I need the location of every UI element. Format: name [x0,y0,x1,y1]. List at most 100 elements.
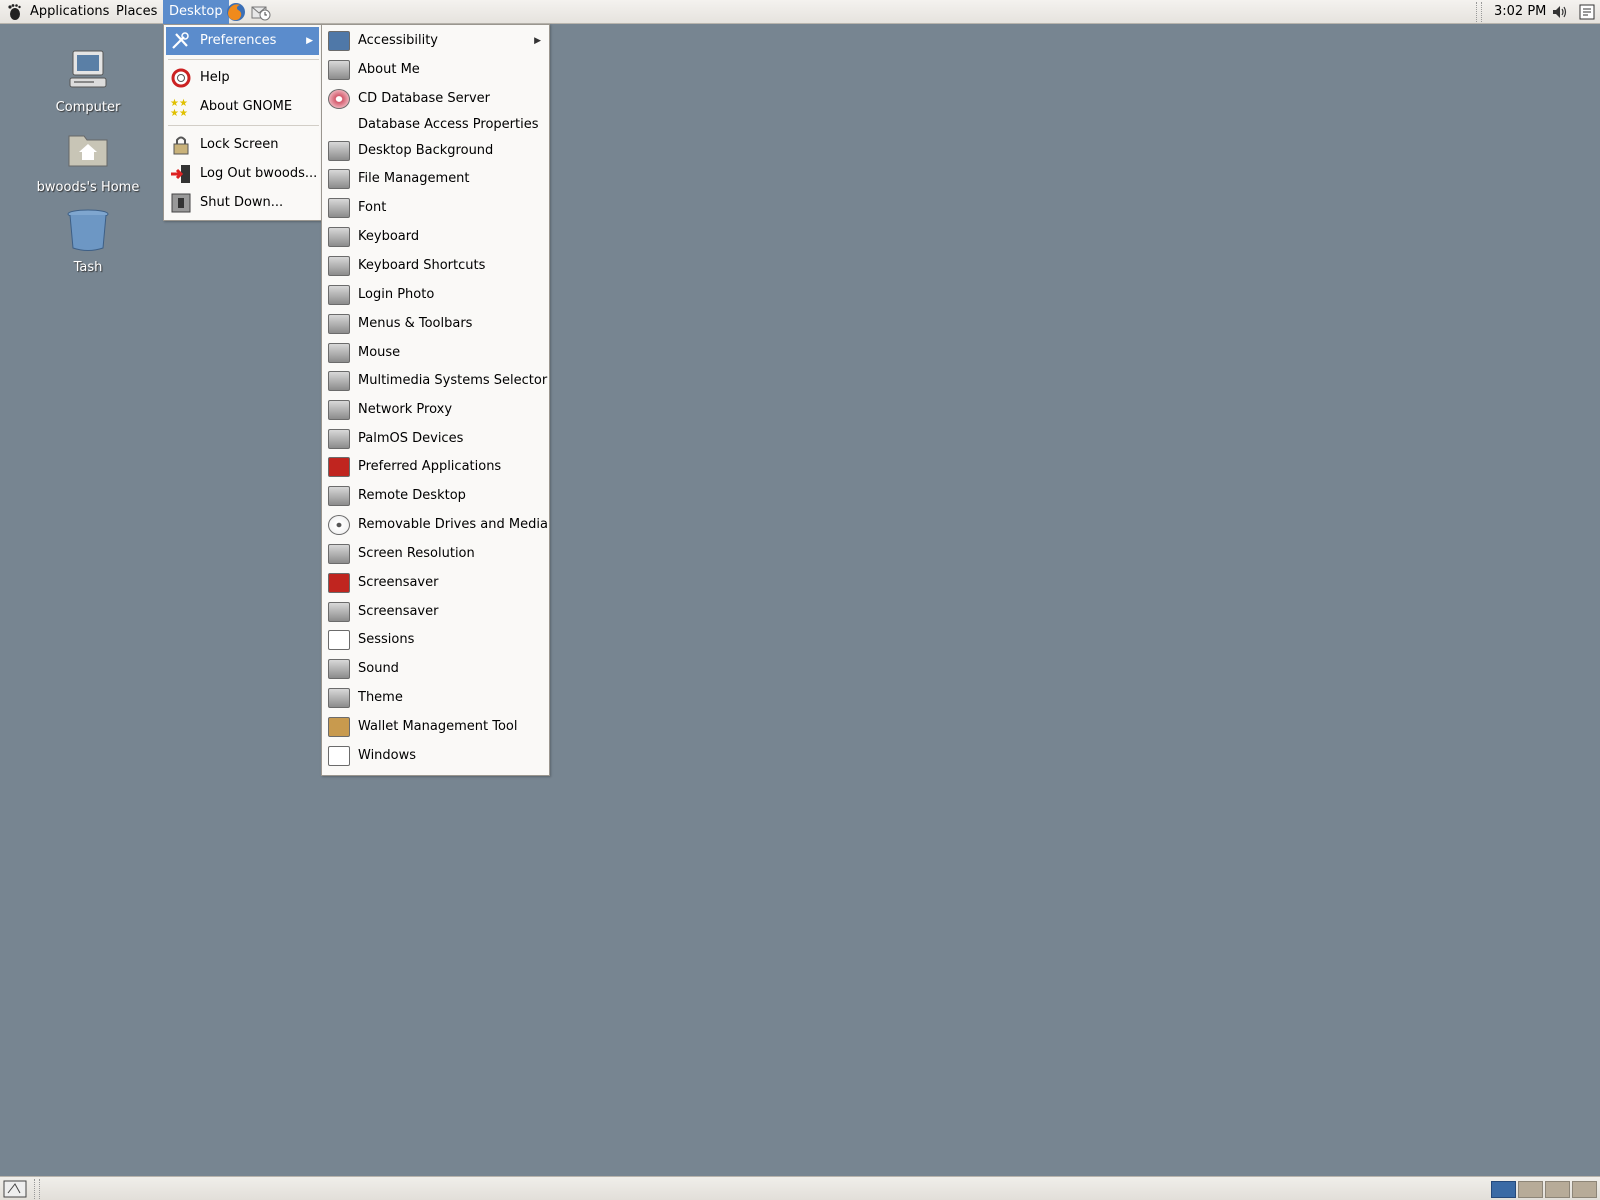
home-folder-icon [68,135,108,167]
pref-item-sessions[interactable]: Sessions [324,626,547,654]
pref-item-file-management[interactable]: File Management [324,165,547,193]
network-proxy-icon [328,400,350,420]
workspace-1[interactable] [1491,1181,1516,1198]
menu-item-label: Login Photo [358,287,435,302]
desktop-icon-computer[interactable]: Computer [28,46,148,115]
firefox-icon[interactable] [225,1,247,23]
sound-icon [328,659,350,679]
pref-item-accessibility[interactable]: Accessibility ▶ [324,27,547,55]
menu-item-label: Screen Resolution [358,546,475,561]
menu-item-label: Shut Down... [200,195,284,210]
menu-item-label: Keyboard Shortcuts [358,258,486,273]
show-desktop-icon[interactable] [3,1180,27,1198]
keyboard-icon [328,227,350,247]
pref-item-preferred-applications[interactable]: Preferred Applications [324,453,547,481]
workspace-3[interactable] [1545,1181,1570,1198]
menu-item-label: Help [200,70,230,85]
pref-item-palmos-devices[interactable]: PalmOS Devices [324,425,547,453]
screensaver-icon [328,602,350,622]
menu-item-label: Preferred Applications [358,459,502,474]
menu-item-label: CD Database Server [358,91,491,106]
remote-desktop-icon [328,486,350,506]
menu-item-label: Desktop Background [358,143,494,158]
pref-item-mouse[interactable]: Mouse [324,339,547,367]
menu-item-shut-down[interactable]: Shut Down... [166,189,319,217]
top-panel: Applications Places Desktop 3:02 PM [0,0,1600,24]
pref-item-font[interactable]: Font [324,194,547,222]
clock[interactable]: 3:02 PM [1494,0,1546,24]
pref-item-keyboard-shortcuts[interactable]: Keyboard Shortcuts [324,252,547,280]
places-menu[interactable]: Places [110,0,163,24]
pref-item-wallet-management-tool[interactable]: Wallet Management Tool [324,713,547,741]
about-gnome-stars-icon: ★★ ★★ [170,98,188,117]
pref-item-database-access-properties[interactable]: Database Access Properties [324,113,547,137]
pref-item-multimedia-systems-selector[interactable]: Multimedia Systems Selector [324,367,547,395]
menu-item-label: Keyboard [358,229,420,244]
workspace-2[interactable] [1518,1181,1543,1198]
help-lifebuoy-icon [171,68,191,88]
desktop-icon-trash[interactable]: Tash [28,206,148,275]
cd-database-icon [328,89,350,109]
pref-item-windows[interactable]: Windows [324,742,547,770]
menu-item-label: Lock Screen [200,137,279,152]
desktop-icon-label: bwoods's Home [36,180,140,195]
pref-item-network-proxy[interactable]: Network Proxy [324,396,547,424]
pref-item-menus-toolbars[interactable]: Menus & Toolbars [324,310,547,338]
menu-item-about-gnome[interactable]: ★★ ★★ About GNOME [166,93,319,121]
volume-icon[interactable] [1551,3,1569,21]
keyboard-shortcuts-icon [328,256,350,276]
menu-item-label: Screensaver [358,575,439,590]
desktop-icon-home[interactable]: bwoods's Home [28,126,148,195]
computer-icon [69,50,107,88]
gnome-foot-icon[interactable] [5,3,23,21]
desktop-menu[interactable]: Desktop [163,0,229,24]
desktop-dropdown-menu: Preferences ▶ Help ★★ ★★ About GNOME Loc… [163,24,322,221]
pref-item-login-photo[interactable]: Login Photo [324,281,547,309]
pref-item-keyboard[interactable]: Keyboard [324,223,547,251]
shut-down-icon [171,193,191,213]
menu-item-lock-screen[interactable]: Lock Screen [166,131,319,159]
login-photo-icon [328,285,350,305]
applications-menu[interactable]: Applications [24,0,115,24]
pref-item-remote-desktop[interactable]: Remote Desktop [324,482,547,510]
menu-item-label: Sessions [358,632,415,647]
menu-item-label: Wallet Management Tool [358,719,518,734]
workspace-4[interactable] [1572,1181,1597,1198]
font-icon [328,198,350,218]
accessibility-icon [328,31,350,51]
menu-separator [168,59,319,60]
notes-icon[interactable] [1578,3,1596,21]
preferences-icon [172,32,189,49]
mouse-icon [328,343,350,363]
pref-item-removable-drives-and-media[interactable]: Removable Drives and Media [324,511,548,539]
pref-item-screen-resolution[interactable]: Screen Resolution [324,540,547,568]
desktop-icon-label: Computer [55,100,121,115]
menu-item-label: Menus & Toolbars [358,316,473,331]
submenu-arrow-icon: ▶ [534,36,541,46]
bottom-panel [0,1176,1600,1200]
panel-separator [1476,2,1482,22]
evolution-icon[interactable] [250,1,272,23]
menu-item-label: Mouse [358,345,401,360]
pref-item-theme[interactable]: Theme [324,684,547,712]
menu-item-label: Log Out bwoods... [200,166,318,181]
removable-drives-icon [328,515,350,535]
pref-item-cd-database-server[interactable]: CD Database Server [324,85,547,113]
menu-item-label: Sound [358,661,399,676]
preferred-apps-icon [328,457,350,477]
menu-item-label: Screensaver [358,604,439,619]
multimedia-icon [328,371,350,391]
menu-item-log-out[interactable]: Log Out bwoods... [166,160,319,188]
pref-item-about-me[interactable]: About Me [324,56,547,84]
menu-separator [168,125,319,126]
pref-item-desktop-background[interactable]: Desktop Background [324,137,547,165]
menu-item-label: Accessibility [358,33,438,48]
pref-item-screensaver[interactable]: Screensaver [324,569,547,597]
menu-item-help[interactable]: Help [166,64,319,92]
menu-item-preferences[interactable]: Preferences ▶ [166,27,319,55]
pref-item-screensaver[interactable]: Screensaver [324,598,547,626]
screensaver-red-icon [328,573,350,593]
trash-icon [67,209,109,251]
pref-item-sound[interactable]: Sound [324,655,547,683]
desktop-background-icon [328,141,350,161]
